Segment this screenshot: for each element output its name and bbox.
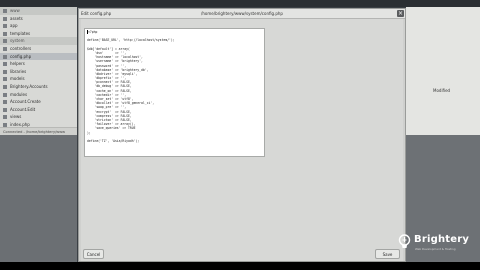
tree-item[interactable]: modules bbox=[0, 91, 77, 99]
tree-item[interactable]: libraries bbox=[0, 68, 77, 76]
tree-item-label: system bbox=[10, 38, 25, 44]
log-panel bbox=[0, 135, 77, 270]
tree-item[interactable]: assets bbox=[0, 15, 77, 23]
background-titlebar bbox=[0, 0, 480, 7]
tree-item-label: models bbox=[10, 76, 25, 82]
folder-icon bbox=[3, 115, 7, 120]
folder-icon bbox=[3, 100, 7, 105]
folder-icon bbox=[3, 46, 7, 51]
tree-item-label: assets bbox=[10, 15, 23, 21]
tree-item[interactable]: system bbox=[0, 37, 77, 45]
tree-item[interactable]: app bbox=[0, 22, 77, 30]
folder-icon bbox=[3, 77, 7, 82]
code-text: <?php define('BASE_URL', 'http://localhos… bbox=[87, 30, 175, 143]
tree-item[interactable]: Account.Edit bbox=[0, 106, 77, 114]
tree-item[interactable]: Brightery.Accounts bbox=[0, 83, 77, 91]
close-icon[interactable]: × bbox=[397, 10, 404, 17]
tree-item[interactable]: config.php bbox=[0, 52, 77, 61]
tree-item-label: Brightery.Accounts bbox=[10, 83, 48, 89]
code-editor[interactable]: <?php define('BASE_URL', 'http://localhos… bbox=[84, 28, 265, 157]
folder-icon bbox=[3, 24, 7, 29]
folder-icon bbox=[3, 69, 7, 74]
tree-item-label: templates bbox=[10, 30, 31, 36]
cancel-button[interactable]: Cancel bbox=[83, 249, 104, 259]
tree-item-label: Account.Create bbox=[10, 99, 41, 105]
tree-item[interactable]: controllers bbox=[0, 45, 77, 53]
letterbox-bar bbox=[0, 262, 480, 270]
tree-item-label: modules bbox=[10, 91, 28, 97]
details-column-label: Modified bbox=[433, 88, 451, 93]
folder-icon bbox=[3, 54, 7, 59]
tree-item[interactable]: Account.Create bbox=[0, 98, 77, 106]
tree-item-label: www bbox=[10, 8, 20, 13]
tree-item-label: Account.Edit bbox=[10, 106, 36, 112]
folder-icon bbox=[3, 31, 7, 36]
folder-icon bbox=[3, 9, 7, 13]
dialog-titlebar[interactable]: Edit config.php /home/brightery/www/syst… bbox=[79, 9, 405, 19]
tree-item[interactable]: templates bbox=[0, 30, 77, 38]
tree-item-label: app bbox=[10, 23, 18, 29]
tree-item-label: helpers bbox=[10, 61, 25, 67]
desktop: www assets app templates system controllers co… bbox=[0, 0, 480, 270]
tree-item[interactable]: models bbox=[0, 75, 77, 83]
tree-item-label: libraries bbox=[10, 68, 27, 74]
dialog-body: <?php define('BASE_URL', 'http://localhos… bbox=[81, 19, 403, 261]
edit-file-dialog: Edit config.php /home/brightery/www/syst… bbox=[78, 8, 406, 262]
tree-item[interactable]: www bbox=[0, 7, 77, 15]
folder-icon bbox=[3, 84, 7, 89]
folder-icon bbox=[3, 92, 7, 97]
folder-icon bbox=[3, 107, 7, 112]
brand-tagline: Web Development & Hosting bbox=[415, 247, 456, 251]
file-tree: www assets app templates system controllers co… bbox=[0, 7, 77, 129]
text-cursor bbox=[87, 30, 88, 34]
tree-item[interactable]: helpers bbox=[0, 60, 77, 68]
tree-item-label: controllers bbox=[10, 45, 32, 51]
folder-icon bbox=[3, 39, 7, 44]
folder-icon bbox=[3, 16, 7, 21]
lightbulb-logo-icon bbox=[398, 234, 411, 248]
code-line: define('TZ', 'Asia/Riyadh'); bbox=[87, 138, 140, 143]
brand-name: Brightery bbox=[414, 234, 470, 245]
tree-item[interactable]: views bbox=[0, 113, 77, 121]
details-panel bbox=[406, 7, 480, 135]
brand-watermark: Brightery Web Development & Hosting bbox=[397, 232, 477, 258]
tree-item-label: views bbox=[10, 114, 22, 120]
tree-item-label: config.php bbox=[10, 53, 32, 59]
code-line: define('BASE_URL', 'http://localhost/sys… bbox=[87, 38, 175, 43]
folder-icon bbox=[3, 62, 7, 67]
editor-empty-area bbox=[266, 28, 401, 257]
dialog-title: /home/brightery/www/system/config.php bbox=[201, 11, 283, 16]
